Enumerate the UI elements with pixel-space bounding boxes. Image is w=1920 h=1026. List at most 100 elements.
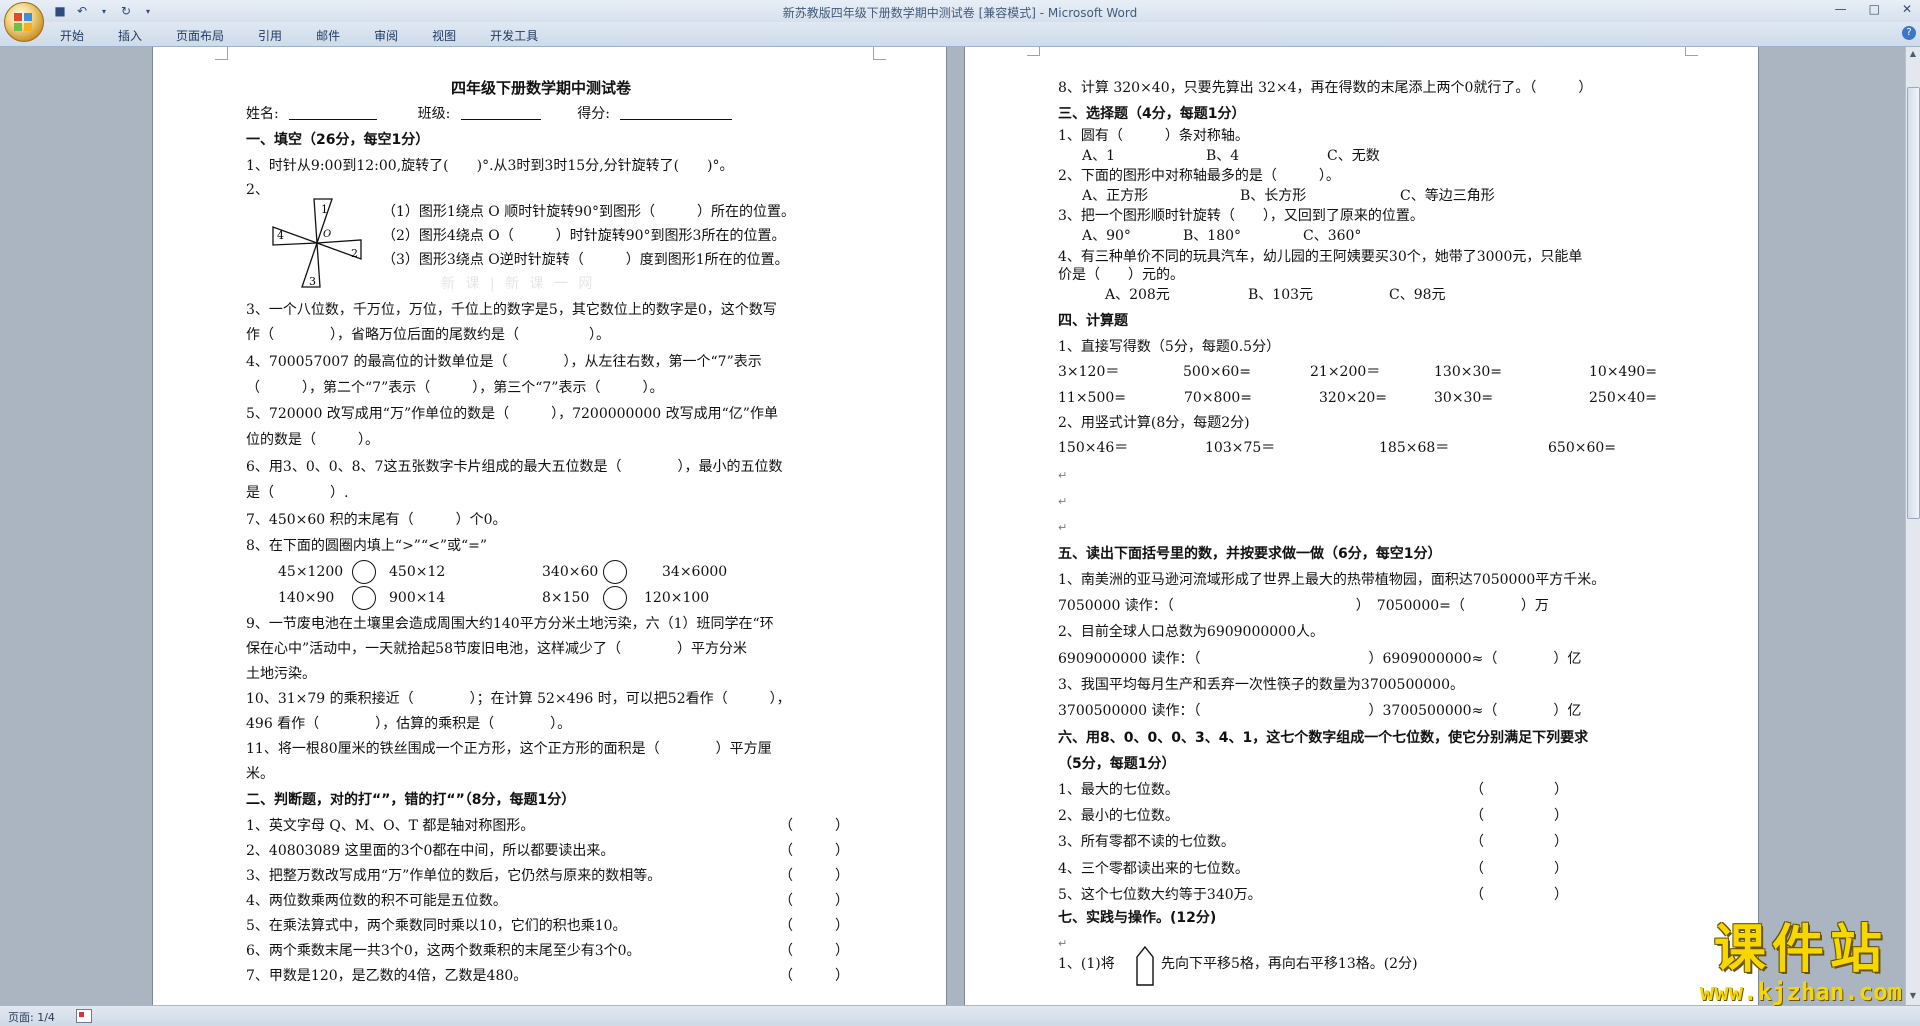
minimize-icon[interactable]: —: [1835, 2, 1847, 16]
seven-digit-item: 5、这个七位数大约等于340万。: [1058, 887, 1262, 903]
tab-insert[interactable]: 插入: [118, 27, 142, 44]
answer-paren[interactable]: （ ）: [779, 967, 849, 985]
choice-3-option-a[interactable]: A、90°: [1082, 227, 1131, 245]
judge-4: 4、两位数乘两位数的积不可能是五位数。: [246, 893, 507, 909]
question-4-line1: 4、700057007 的最高位的计数单位是（ ），从左往右数，第一个“7”表示: [246, 354, 762, 370]
answer-paren[interactable]: （ ）: [1470, 781, 1568, 799]
title-bar: ■ ↶ ▾ ↻ ▾ 新苏教版四年级下册数学期中测试卷 [兼容模式] - Micr…: [0, 0, 1920, 42]
fig-label-2: 2: [351, 247, 358, 260]
choice-3-option-c[interactable]: C、360°: [1303, 227, 1361, 245]
tab-references[interactable]: 引用: [258, 27, 282, 44]
question-5-line2: 位的数是（ ）。: [246, 432, 379, 448]
margin-mark: [215, 47, 228, 60]
tab-view[interactable]: 视图: [432, 27, 456, 44]
vertical-scrollbar[interactable]: ▲ ▼: [1905, 47, 1920, 1005]
seven-digit-item: 1、最大的七位数。: [1058, 782, 1179, 798]
section-2-heading: 二、判断题，对的打“”，错的打“”（8分，每题1分）: [246, 792, 576, 808]
choice-4-option-b[interactable]: B、103元: [1248, 286, 1313, 304]
compare-expr: 900×14: [389, 590, 446, 606]
section-6-heading-line2: （5分，每题1分）: [1058, 756, 1176, 772]
tab-review[interactable]: 审阅: [374, 27, 398, 44]
calc-item: 320×20=: [1319, 390, 1387, 406]
class-blank[interactable]: [460, 105, 541, 120]
fig-label-4: 4: [277, 229, 284, 242]
compare-circle[interactable]: [352, 586, 376, 610]
compare-expr: 34×6000: [662, 564, 728, 580]
section-5-heading: 五、读出下面括号里的数，并按要求做一做（6分，每空1分）: [1058, 546, 1442, 562]
choice-2-option-b[interactable]: B、长方形: [1240, 187, 1306, 205]
calc-part-1-heading: 1、直接写得数（5分，每题0.5分）: [1058, 339, 1281, 355]
close-icon[interactable]: ✕: [1902, 2, 1912, 16]
calc-item: 103×75＝: [1205, 440, 1276, 456]
tab-mailings[interactable]: 邮件: [316, 27, 340, 44]
document-workspace: 四年级下册数学期中测试卷 姓名: 班级: 得分: 一、填空（26分，每空1分） …: [0, 47, 1906, 1005]
calc-item: 21×200＝: [1310, 364, 1381, 380]
compare-circle[interactable]: [352, 560, 376, 584]
calc-item: 250×40=: [1589, 390, 1657, 406]
answer-paren[interactable]: （ ）: [1470, 860, 1568, 878]
choice-1-option-a[interactable]: A、1: [1082, 147, 1115, 165]
question-8: 8、在下面的圆圈内填上“>”“<”或“=”: [246, 538, 488, 554]
seven-digit-item: 4、三个零都读出来的七位数。: [1058, 861, 1249, 877]
scroll-up-icon[interactable]: ▲: [1907, 49, 1919, 61]
scroll-down-icon[interactable]: ▼: [1907, 991, 1919, 1003]
proofing-status-icon[interactable]: [76, 1009, 92, 1023]
choice-1-option-b[interactable]: B、4: [1206, 147, 1239, 165]
paragraph-mark: ↵: [1058, 469, 1068, 482]
compare-expr: 340×60: [542, 564, 599, 580]
page-count-status[interactable]: 页面: 1/4: [8, 1009, 55, 1025]
answer-paren[interactable]: （ ）: [1470, 833, 1568, 851]
calc-item: 130×30=: [1434, 364, 1502, 380]
choice-4-option-a[interactable]: A、208元: [1105, 286, 1170, 304]
tab-home[interactable]: 开始: [60, 27, 84, 44]
answer-paren[interactable]: （ ）: [779, 842, 849, 860]
ribbon: 开始 插入 页面布局 引用 邮件 审阅 视图 开发工具 ?: [0, 22, 1920, 47]
compare-expr: 450×12: [389, 564, 446, 580]
tab-page-layout[interactable]: 页面布局: [176, 27, 224, 44]
reading-3: 3、我国平均每月生产和丢弃一次性筷子的数量为3700500000。: [1058, 677, 1464, 693]
answer-paren[interactable]: （ ）: [1470, 886, 1568, 904]
choice-3: 3、把一个图形顺时针旋转（ ），又回到了原来的位置。: [1058, 208, 1424, 224]
question-1: 1、时针从9:00到12:00,旋转了( )°.从3时到3时15分,分针旋转了(…: [246, 158, 734, 174]
judge-1: 1、英文字母 Q、M、O、T 都是轴对称图形。: [246, 818, 535, 834]
scrollbar-thumb[interactable]: [1907, 87, 1920, 519]
answer-paren[interactable]: （ ）: [779, 817, 849, 835]
office-logo-icon: [14, 13, 22, 21]
choice-4-line2: 价是（ ）元的。: [1058, 267, 1184, 283]
seven-digit-item: 3、所有零都不读的七位数。: [1058, 834, 1235, 850]
compare-circle[interactable]: [603, 560, 627, 584]
office-button[interactable]: [4, 2, 44, 42]
choice-4-line1: 4、有三种单价不同的玩具汽车，幼儿园的王阿姨要买30个，她带了3000元，只能单: [1058, 249, 1583, 265]
calc-item: 500×60=: [1183, 364, 1251, 380]
site-watermark: 课件站 www.kjzhan.com: [1700, 921, 1902, 1005]
compare-circle[interactable]: [603, 586, 627, 610]
question-9-line2: 保在心中”活动中，一天就拾起58节废旧电池，这样减少了（ ）平方分米: [246, 641, 747, 657]
answer-paren[interactable]: （ ）: [779, 867, 849, 885]
document-page-1[interactable]: 四年级下册数学期中测试卷 姓名: 班级: 得分: 一、填空（26分，每空1分） …: [153, 47, 946, 1005]
class-label: 班级:: [417, 106, 451, 122]
choice-4-option-c[interactable]: C、98元: [1389, 286, 1446, 304]
choice-2: 2、下面的图形中对称轴最多的是（ ）。: [1058, 168, 1340, 184]
question-11-line2: 米。: [246, 766, 274, 782]
calc-part-2-heading: 2、用竖式计算(8分，每题2分): [1058, 415, 1250, 431]
tab-developer[interactable]: 开发工具: [490, 27, 538, 44]
answer-paren[interactable]: （ ）: [779, 892, 849, 910]
section-7-heading: 七、实践与操作。(12分): [1058, 910, 1217, 926]
answer-paren[interactable]: （ ）: [1470, 807, 1568, 825]
ribbon-tabs: 开始 插入 页面布局 引用 邮件 审阅 视图 开发工具: [60, 27, 572, 44]
choice-2-option-a[interactable]: A、正方形: [1082, 187, 1148, 205]
score-blank[interactable]: [620, 105, 733, 120]
question-11-line1: 11、将一根80厘米的铁丝围成一个正方形，这个正方形的面积是（ ）平方厘: [246, 741, 772, 757]
maximize-icon[interactable]: □: [1869, 2, 1880, 16]
choice-2-option-c[interactable]: C、等边三角形: [1400, 187, 1495, 205]
answer-paren[interactable]: （ ）: [779, 917, 849, 935]
answer-paren[interactable]: （ ）: [779, 942, 849, 960]
document-page-2[interactable]: 8、计算 320×40，只要先算出 32×4，再在得数的末尾添上两个0就行了。（…: [965, 47, 1758, 1005]
choice-1-option-c[interactable]: C、无数: [1327, 147, 1380, 165]
choice-3-option-b[interactable]: B、180°: [1183, 227, 1241, 245]
name-blank[interactable]: [289, 105, 378, 120]
margin-mark: [1027, 47, 1040, 56]
help-icon[interactable]: ?: [1902, 26, 1916, 40]
score-label: 得分:: [577, 106, 610, 122]
compare-expr: 8×150: [542, 590, 590, 606]
